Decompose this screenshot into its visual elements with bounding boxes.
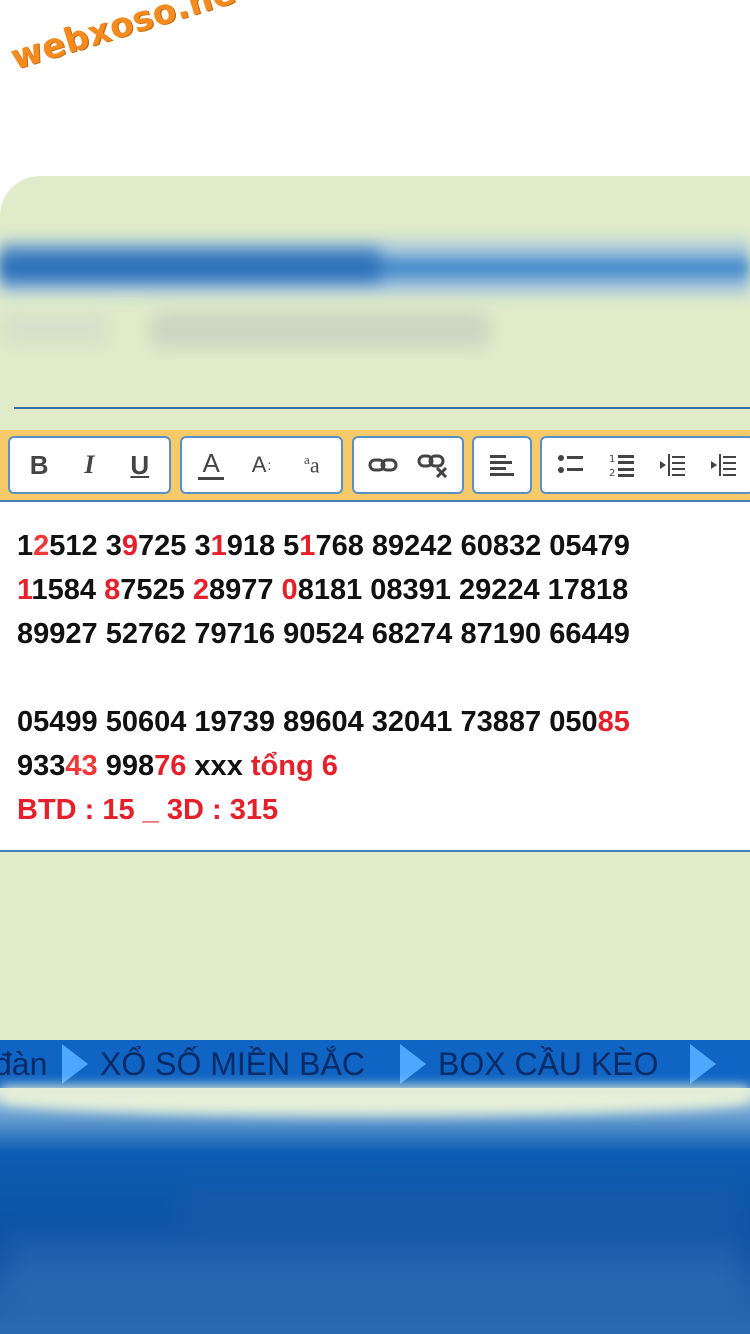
toolbar-group-text-color: A A : aa xyxy=(180,436,343,494)
unlink-icon xyxy=(417,454,448,478)
font-size-dots-icon: : xyxy=(267,457,272,473)
editor-text-segment: tổng 6 xyxy=(250,750,338,782)
align-left-icon xyxy=(490,455,514,476)
editor-text-segment: 768 89242 60832 05479 xyxy=(315,530,630,562)
link-button[interactable] xyxy=(363,443,403,487)
svg-text:1: 1 xyxy=(609,454,615,465)
blurred-text xyxy=(0,314,110,344)
editor-text-segment: 0 xyxy=(281,574,298,606)
editor-text-segment: 85 xyxy=(597,706,630,738)
chevron-right-icon xyxy=(400,1044,426,1084)
editor-text-segment: 8 xyxy=(104,574,121,606)
editor-line: 93343 99876 xxx tổng 6 xyxy=(17,744,630,788)
nav-item-dan[interactable]: đàn xyxy=(0,1040,47,1088)
blurred-subtitle xyxy=(150,312,490,348)
chevron-right-icon xyxy=(690,1044,716,1084)
underline-icon: U xyxy=(130,449,150,480)
outdent-icon xyxy=(660,454,686,476)
font-color-icon: A xyxy=(202,447,220,478)
nav-item-box-cau-keo[interactable]: BOX CẦU KÈO xyxy=(438,1040,659,1088)
editor-text-segment: 2 xyxy=(33,530,50,562)
toolbar-group-lists: 1 2 xyxy=(540,436,750,494)
editor-line: BTD : 15 _ 3D : 315 xyxy=(17,788,630,832)
svg-text:2: 2 xyxy=(609,468,615,478)
bullet-list-button[interactable] xyxy=(551,443,591,487)
editor-text-segment: 1 xyxy=(17,530,34,562)
blurred-footer-icons xyxy=(0,1240,750,1310)
editor-text-segment: 1584 xyxy=(31,574,105,606)
bullet-list-icon xyxy=(558,455,584,473)
chevron-right-icon xyxy=(62,1044,88,1084)
bold-button[interactable]: B xyxy=(19,443,59,487)
numbered-list-button[interactable]: 1 2 xyxy=(602,443,642,487)
editor-line: 12512 39725 31918 51768 89242 60832 0547… xyxy=(17,524,630,568)
nav-item-xo-so-mien-bac[interactable]: XỔ SỐ MIỀN BẮC xyxy=(100,1040,365,1088)
watermark-logo: webxoso.net xyxy=(6,0,257,79)
editor-text-segment: 76 xyxy=(154,750,187,782)
toolbar-group-links xyxy=(352,436,464,494)
unlink-button[interactable] xyxy=(413,443,453,487)
font-size-button[interactable]: A : xyxy=(241,443,281,487)
italic-icon: I xyxy=(84,450,95,479)
editor-text-segment: 8181 08391 29224 17818 xyxy=(297,574,629,606)
editor-text-segment: 89927 52762 79716 90524 68274 87190 6644… xyxy=(17,618,630,650)
font-color-button[interactable]: A xyxy=(191,443,231,487)
editor-line: 11584 87525 28977 08181 08391 29224 1781… xyxy=(17,568,630,612)
footer-wave xyxy=(0,1086,750,1116)
editor-text-segment: BTD : 15 _ 3D : 315 xyxy=(17,794,279,826)
subscript-button[interactable]: aa xyxy=(292,443,332,487)
blurred-header-title xyxy=(0,248,380,282)
page-background-bottom xyxy=(0,852,750,1040)
toolbar-group-text-style: B I U xyxy=(8,436,171,494)
nav-menu: đàn XỔ SỐ MIỀN BẮC BOX CẦU KÈO xyxy=(0,1040,750,1088)
editor-line: 89927 52762 79716 90524 68274 87190 6644… xyxy=(17,612,630,656)
editor-text-segment: 918 5 xyxy=(226,530,300,562)
editor-text-segment: 7525 xyxy=(120,574,193,606)
link-icon xyxy=(368,458,398,472)
editor-text-segment: 998 xyxy=(97,750,155,782)
indent-icon xyxy=(710,454,736,476)
toolbar-group-align xyxy=(472,436,532,494)
editor-text-segment: 1 xyxy=(210,530,227,562)
outdent-button[interactable] xyxy=(652,443,692,487)
underline-button[interactable]: U xyxy=(120,443,160,487)
editor-text-segment: 43 xyxy=(65,750,98,782)
align-left-button[interactable] xyxy=(482,443,522,487)
blurred-footer-content xyxy=(180,1188,740,1228)
editor-content-area[interactable]: 12512 39725 31918 51768 89242 60832 0547… xyxy=(0,500,750,852)
page-background-strip xyxy=(0,409,750,431)
font-size-icon: A xyxy=(251,452,267,477)
indent-button[interactable] xyxy=(703,443,743,487)
font-color-swatch xyxy=(198,476,225,480)
numbered-list-icon: 1 2 xyxy=(609,454,634,478)
editor-text-segment: 725 3 xyxy=(138,530,211,562)
subscript-icon: aa xyxy=(304,451,320,478)
editor-line: 05499 50604 19739 89604 32041 73887 0508… xyxy=(17,700,630,744)
editor-text-segment: 933 xyxy=(17,750,66,782)
editor-text-segment: 8977 xyxy=(208,574,282,606)
editor-text-segment: 512 3 xyxy=(49,530,122,562)
editor-text-segment: 9 xyxy=(121,530,138,562)
editor-text-segment: 1 xyxy=(299,530,316,562)
editor-text-segment: 2 xyxy=(192,574,209,606)
editor-text: 12512 39725 31918 51768 89242 60832 0547… xyxy=(17,524,630,832)
editor-text-segment: xxx xyxy=(186,750,251,782)
editor-text-segment: 1 xyxy=(17,574,32,606)
bold-icon: B xyxy=(29,449,49,480)
italic-button[interactable]: I xyxy=(69,443,109,487)
editor-toolbar: B I U A A : aa 1 2 xyxy=(0,430,750,500)
editor-text-segment: 05499 50604 19739 89604 32041 73887 050 xyxy=(17,706,598,738)
